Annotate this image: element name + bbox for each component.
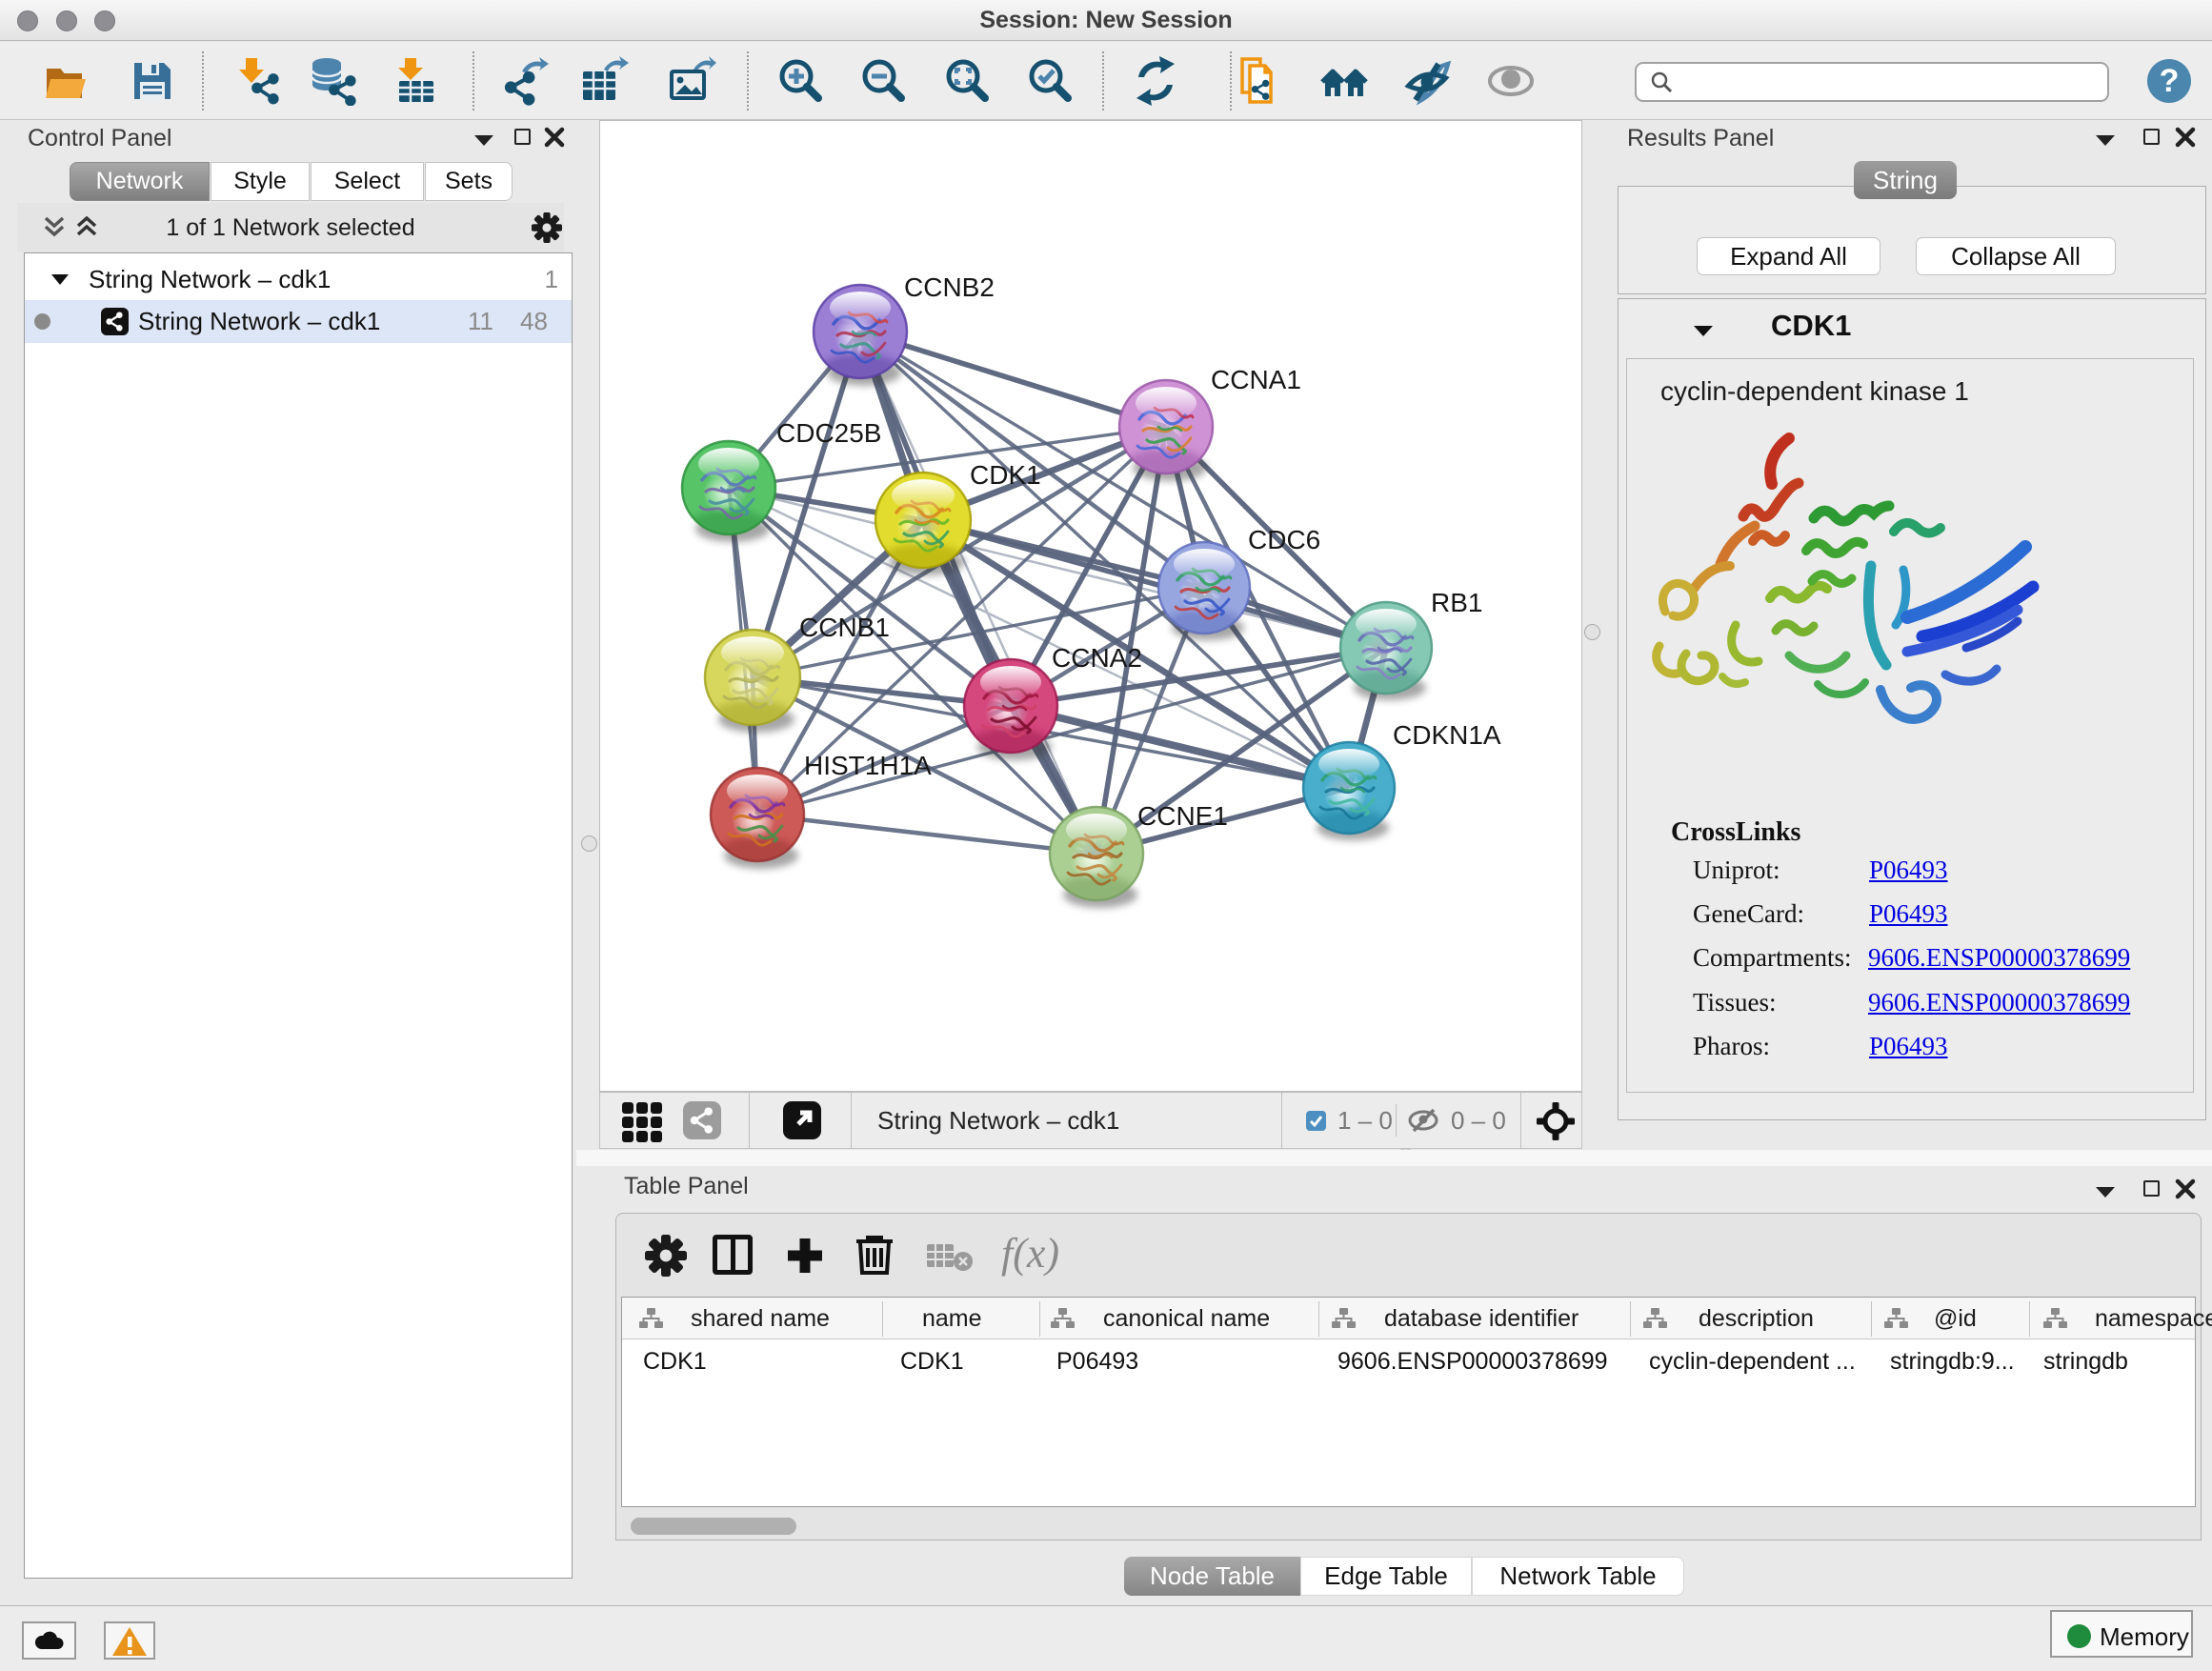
svg-text:CCNA1: CCNA1 [1211,365,1301,394]
svg-text:CCNB1: CCNB1 [799,613,890,642]
svg-text:CDKN1A: CDKN1A [1393,720,1501,750]
svg-text:CDC6: CDC6 [1248,525,1320,554]
svg-text:CCNB2: CCNB2 [904,272,995,302]
svg-text:CCNA2: CCNA2 [1052,643,1142,673]
svg-text:CDC25B: CDC25B [776,418,881,448]
svg-text:CCNE1: CCNE1 [1137,801,1228,831]
svg-text:RB1: RB1 [1431,588,1482,617]
svg-text:HIST1H1A: HIST1H1A [804,751,932,780]
svg-text:CDK1: CDK1 [970,460,1041,490]
